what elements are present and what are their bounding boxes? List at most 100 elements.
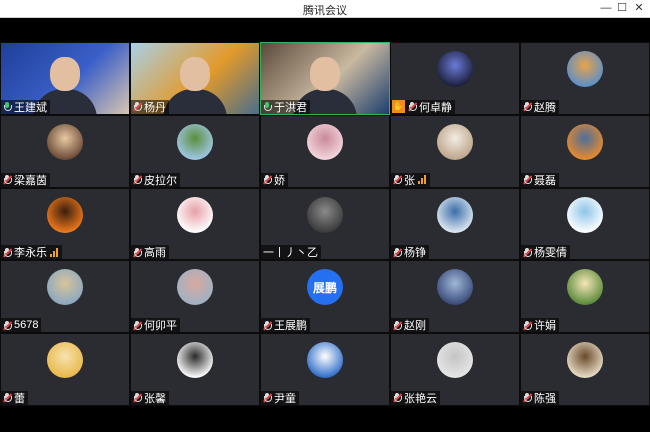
signal-bar <box>50 253 52 257</box>
participant-tile[interactable]: 娇 <box>260 114 390 188</box>
mic-muted-icon <box>522 174 532 185</box>
participant-name-bar: 张艳云 <box>391 390 440 405</box>
mute-slash-icon <box>523 175 532 185</box>
mute-slash-icon <box>523 393 532 403</box>
participant-name-bar: 赵腾 <box>521 99 559 114</box>
participant-name-bar: 高雨 <box>131 245 169 260</box>
video-person-body <box>163 89 227 114</box>
avatar <box>437 342 473 379</box>
participant-name: 梁嘉茵 <box>14 174 47 187</box>
maximize-button[interactable]: ☐ <box>614 1 630 16</box>
signal-bar <box>421 178 423 185</box>
participant-name: 高雨 <box>144 247 166 260</box>
participant-tile[interactable]: 梁嘉茵 <box>0 114 130 188</box>
participant-name-bar: 李永乐 <box>1 245 62 260</box>
participant-name: 陈强 <box>534 392 556 405</box>
participant-name-bar: 娇 <box>261 172 288 187</box>
participant-name-bar: 王展鹏 <box>261 318 310 333</box>
participant-tile[interactable]: 赵刚 <box>390 260 520 334</box>
participant-name: 于洪君 <box>274 101 307 114</box>
participant-tile[interactable]: 皮拉尔 <box>130 114 260 188</box>
participant-name-bar: 蕾 <box>1 390 28 405</box>
mic-on-icon <box>262 101 272 112</box>
avatar <box>177 123 213 160</box>
avatar <box>47 269 83 306</box>
participant-name-bar: ✋ 何卓静 <box>391 99 455 114</box>
participant-tile[interactable]: 赵腾 <box>520 42 650 115</box>
participant-tile[interactable]: 张艳云 <box>390 333 520 406</box>
minimize-button[interactable]: — <box>598 1 614 16</box>
avatar <box>567 123 603 160</box>
mute-slash-icon <box>3 175 12 185</box>
participant-tile[interactable]: 于洪君 <box>260 42 390 115</box>
mute-slash-icon <box>133 393 142 403</box>
signal-bar <box>418 181 420 185</box>
video-person-figure <box>180 57 210 91</box>
avatar <box>437 269 473 306</box>
participant-tile[interactable]: 杨丹 <box>130 42 260 115</box>
mute-slash-icon <box>3 393 12 403</box>
close-button[interactable]: ✕ <box>631 1 647 16</box>
participant-tile[interactable]: 尹童 <box>260 333 390 406</box>
participant-tile[interactable]: 蕾 <box>0 333 130 406</box>
participant-name: 娇 <box>274 174 285 187</box>
participant-name-bar: 5678 <box>1 318 42 333</box>
participant-tile[interactable]: 聂磊 <box>520 114 650 188</box>
avatar <box>567 51 603 87</box>
participant-tile[interactable]: 5678 <box>0 260 130 334</box>
participant-tile[interactable]: 陈强 <box>520 333 650 406</box>
participant-name: 王展鹏 <box>274 320 307 333</box>
participant-name: 聂磊 <box>534 174 556 187</box>
participant-tile[interactable]: ✋ 何卓静 <box>390 42 520 115</box>
mute-slash-icon <box>408 102 417 112</box>
mute-slash-icon <box>393 248 402 258</box>
participant-grid: 王建斌 杨丹 于洪君 ✋ 何卓静 赵腾梁嘉茵 皮拉尔 娇 张 聂磊李永乐 高雨 一丨丿丶乙 杨铮 杨雯倩 5… <box>0 42 650 406</box>
avatar <box>307 342 343 379</box>
signal-bar <box>56 247 58 257</box>
mute-slash-icon <box>263 321 272 330</box>
participant-tile[interactable]: 许娟 <box>520 260 650 334</box>
participant-name-bar: 许娟 <box>521 318 559 333</box>
mic-muted-icon <box>522 247 532 258</box>
participant-name: 何卓静 <box>419 101 452 114</box>
avatar <box>47 196 83 233</box>
mic-muted-icon <box>262 392 272 403</box>
mute-slash-icon <box>523 102 532 112</box>
signal-bar <box>424 175 426 185</box>
participant-tile[interactable]: 李永乐 <box>0 187 130 261</box>
participant-name: 尹童 <box>274 392 296 405</box>
participant-name: 杨丹 <box>144 101 166 114</box>
participant-name: 王建斌 <box>14 101 47 114</box>
participant-tile[interactable]: 张馨 <box>130 333 260 406</box>
participant-name: 5678 <box>14 319 39 332</box>
avatar <box>307 196 343 233</box>
participant-tile[interactable]: 展鹏王展鹏 <box>260 260 390 334</box>
mute-slash-icon <box>133 175 142 185</box>
participant-name: 张馨 <box>144 392 166 405</box>
mic-muted-icon <box>2 392 12 403</box>
mic-muted-icon <box>2 247 12 258</box>
participant-tile[interactable]: 杨雯倩 <box>520 187 650 261</box>
mute-slash-icon <box>523 321 532 330</box>
participant-tile[interactable]: 张 <box>390 114 520 188</box>
avatar <box>177 342 213 379</box>
participant-tile[interactable]: 王建斌 <box>0 42 130 115</box>
avatar-initials: 展鹏 <box>312 280 337 295</box>
participant-name-bar: 杨丹 <box>131 99 169 114</box>
participant-name-bar: 于洪君 <box>261 99 310 114</box>
participant-tile[interactable]: 高雨 <box>130 187 260 261</box>
mute-slash-icon <box>263 393 272 403</box>
participant-tile[interactable]: 一丨丿丶乙 <box>260 187 390 261</box>
participant-name: 许娟 <box>534 320 556 333</box>
participant-name-bar: 聂磊 <box>521 172 559 187</box>
mic-muted-icon <box>2 320 12 331</box>
participant-name: 蕾 <box>14 392 25 405</box>
participant-tile[interactable]: 何卯平 <box>130 260 260 334</box>
avatar <box>437 51 473 87</box>
network-signal-icon <box>50 247 59 257</box>
participant-name-bar: 赵刚 <box>391 318 429 333</box>
participant-name-bar: 皮拉尔 <box>131 172 180 187</box>
participant-tile[interactable]: 杨铮 <box>390 187 520 261</box>
participant-name-bar: 王建斌 <box>1 99 50 114</box>
mute-slash-icon <box>133 248 142 258</box>
